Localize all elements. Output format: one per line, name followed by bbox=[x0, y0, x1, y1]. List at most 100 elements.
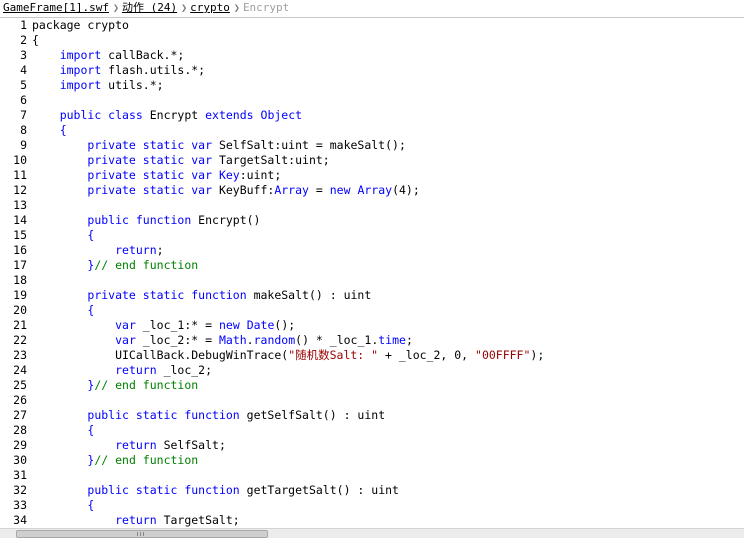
code-text: { bbox=[32, 123, 67, 138]
chevron-right-icon: ❯ bbox=[233, 3, 240, 14]
line-number: 16 bbox=[13, 243, 27, 257]
code-token: public class bbox=[59, 108, 143, 122]
code-text: public function Encrypt() bbox=[32, 213, 261, 228]
line-number: 25 bbox=[13, 378, 27, 392]
code-line[interactable]: 33 { bbox=[0, 498, 744, 513]
code-text: private static var KeyBuff:Array = new A… bbox=[32, 183, 419, 198]
code-token: private static var bbox=[87, 183, 213, 197]
grip-line bbox=[140, 532, 141, 536]
line-number: 21 bbox=[13, 318, 27, 332]
line-number: 28 bbox=[13, 423, 27, 437]
line-number: 9 bbox=[20, 138, 27, 152]
code-token: private static var bbox=[87, 153, 213, 167]
line-number: 29 bbox=[13, 438, 27, 452]
breadcrumb-item[interactable]: GameFrame[1].swf bbox=[0, 0, 109, 16]
code-line[interactable]: 32 public static function getTargetSalt(… bbox=[0, 483, 744, 498]
line-number: 7 bbox=[20, 108, 27, 122]
line-number: 13 bbox=[13, 198, 27, 212]
code-token: _loc_2:* = bbox=[135, 333, 219, 347]
code-token: = bbox=[308, 183, 330, 197]
code-text: public class Encrypt extends Object bbox=[32, 108, 302, 123]
code-token: new bbox=[329, 183, 351, 197]
line-number: 1 bbox=[20, 18, 27, 32]
code-token: extends bbox=[205, 108, 254, 122]
code-line[interactable]: 6 bbox=[0, 93, 744, 108]
code-line[interactable]: 5 import utils.*; bbox=[0, 78, 744, 93]
code-line[interactable]: 20 { bbox=[0, 303, 744, 318]
code-line[interactable]: 24 return _loc_2; bbox=[0, 363, 744, 378]
code-line[interactable]: 19 private static function makeSalt() : … bbox=[0, 288, 744, 303]
code-token: // end function bbox=[94, 453, 199, 467]
code-text: { bbox=[32, 228, 94, 243]
code-token: KeyBuff: bbox=[212, 183, 275, 197]
code-line[interactable]: 9 private static var SelfSalt:uint = mak… bbox=[0, 138, 744, 153]
code-line[interactable]: 13 bbox=[0, 198, 744, 213]
code-line[interactable]: 25 }// end function bbox=[0, 378, 744, 393]
line-number: 33 bbox=[13, 498, 27, 512]
code-line[interactable]: 15 { bbox=[0, 228, 744, 243]
code-token: TargetSalt:uint; bbox=[212, 153, 330, 167]
code-line[interactable]: 8 { bbox=[0, 123, 744, 138]
code-line[interactable]: 21 var _loc_1:* = new Date(); bbox=[0, 318, 744, 333]
chevron-right-icon: ❯ bbox=[181, 3, 188, 14]
code-token: (); bbox=[274, 318, 296, 332]
code-text: }// end function bbox=[32, 378, 198, 393]
code-line[interactable]: 23 UICallBack.DebugWinTrace("随机数Salt: " … bbox=[0, 348, 744, 363]
code-token: utils.*; bbox=[101, 78, 164, 92]
code-token: UICallBack.DebugWinTrace( bbox=[32, 348, 289, 362]
code-line[interactable]: 30 }// end function bbox=[0, 453, 744, 468]
code-line[interactable]: 22 var _loc_2:* = Math.random() * _loc_1… bbox=[0, 333, 744, 348]
code-line[interactable]: 7 public class Encrypt extends Object bbox=[0, 108, 744, 123]
code-line[interactable]: 29 return SelfSalt; bbox=[0, 438, 744, 453]
code-line[interactable]: 28 { bbox=[0, 423, 744, 438]
code-token: ; bbox=[405, 333, 413, 347]
code-text: import flash.utils.*; bbox=[32, 63, 205, 78]
code-line[interactable]: 31 bbox=[0, 468, 744, 483]
code-line[interactable]: 11 private static var Key:uint; bbox=[0, 168, 744, 183]
code-line[interactable]: 12 private static var KeyBuff:Array = ne… bbox=[0, 183, 744, 198]
code-line[interactable]: 17 }// end function bbox=[0, 258, 744, 273]
code-token: SelfSalt:uint = makeSalt(); bbox=[212, 138, 406, 152]
breadcrumb-item[interactable]: crypto bbox=[187, 0, 230, 16]
code-line[interactable]: 34 return TargetSalt; bbox=[0, 513, 744, 528]
code-line[interactable]: 2{ bbox=[0, 33, 744, 48]
code-line[interactable]: 4 import flash.utils.*; bbox=[0, 63, 744, 78]
code-token: Object bbox=[260, 108, 303, 122]
code-editor[interactable]: 1 package crypto 2{3 import callBack.*; 4 i… bbox=[0, 18, 744, 528]
code-token: Encrypt bbox=[142, 108, 206, 122]
line-number: 10 bbox=[13, 153, 27, 167]
code-token: "随机数Salt: " bbox=[288, 348, 379, 362]
breadcrumb-item[interactable]: 动作 (24) bbox=[119, 0, 177, 16]
code-line[interactable]: 14 public function Encrypt() bbox=[0, 213, 744, 228]
chevron-right-icon: ❯ bbox=[112, 3, 119, 14]
code-line[interactable]: 16 return; bbox=[0, 243, 744, 258]
code-text: UICallBack.DebugWinTrace("随机数Salt: " + _… bbox=[32, 348, 544, 363]
code-line[interactable]: 3 import callBack.*; bbox=[0, 48, 744, 63]
code-token: Encrypt() bbox=[191, 213, 261, 227]
code-text: return _loc_2; bbox=[32, 363, 212, 378]
code-token: { bbox=[87, 303, 95, 317]
code-line[interactable]: 1 package crypto bbox=[0, 18, 744, 33]
code-text: import utils.*; bbox=[32, 78, 164, 93]
code-token: import bbox=[59, 78, 102, 92]
line-number: 31 bbox=[13, 468, 27, 482]
code-text: package crypto bbox=[32, 18, 129, 33]
code-token: getSelfSalt() : uint bbox=[239, 408, 386, 422]
code-line[interactable]: 10 private static var TargetSalt:uint; bbox=[0, 153, 744, 168]
breadcrumb-item: Encrypt bbox=[242, 1, 290, 14]
code-line[interactable]: 26 bbox=[0, 393, 744, 408]
code-line[interactable]: 27 public static function getSelfSalt() … bbox=[0, 408, 744, 423]
code-token: new bbox=[218, 318, 240, 332]
code-line[interactable]: 18 bbox=[0, 273, 744, 288]
